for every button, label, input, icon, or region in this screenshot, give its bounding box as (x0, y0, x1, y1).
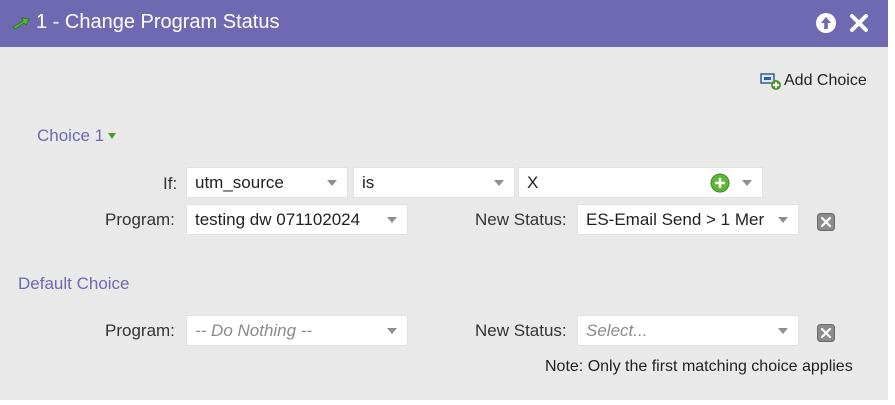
default-program-placeholder: -- Do Nothing -- (195, 320, 313, 340)
default-new-status-select[interactable]: Select... (577, 315, 799, 346)
program-label: Program: (105, 210, 175, 229)
chevron-down-icon (327, 179, 337, 186)
new-status-select[interactable]: ES-Email Send > 1 Mer (577, 204, 799, 235)
new-status-value: ES-Email Send > 1 Mer (586, 209, 765, 229)
add-choice-label: Add Choice (784, 72, 867, 89)
condition-value-text: X (527, 172, 539, 192)
collapse-triangle-icon (108, 133, 117, 139)
default-program-select[interactable]: -- Do Nothing -- (186, 315, 408, 346)
condition-value-input[interactable]: X (518, 167, 763, 198)
choice-1-header[interactable]: Choice 1 (37, 126, 117, 146)
matching-note: Note: Only the first matching choice app… (545, 358, 853, 375)
choice-1-title: Choice 1 (37, 126, 105, 145)
default-program-label: Program: (105, 321, 175, 340)
add-choice-button[interactable]: Add Choice (760, 70, 867, 92)
clear-default-choice-icon[interactable] (817, 324, 835, 342)
chevron-down-icon (387, 327, 397, 334)
chevron-down-icon (742, 179, 752, 186)
green-arrow-icon (12, 17, 30, 30)
program-value: testing dw 071102024 (195, 209, 361, 229)
default-new-status-label: New Status: (475, 321, 567, 340)
delete-choice-icon[interactable] (817, 213, 835, 231)
condition-field-value: utm_source (195, 172, 284, 192)
panel-title: 1 - Change Program Status (36, 11, 280, 33)
flow-step-panel: 1 - Change Program Status Add Choice Cho… (0, 0, 888, 400)
condition-field-select[interactable]: utm_source (186, 167, 348, 198)
condition-operator-select[interactable]: is (353, 167, 515, 198)
default-new-status-placeholder: Select... (586, 320, 648, 340)
close-x-icon[interactable] (848, 12, 870, 34)
chevron-down-icon (778, 327, 788, 334)
chevron-down-icon (494, 179, 504, 186)
chevron-down-icon (778, 216, 788, 223)
panel-header: 1 - Change Program Status (0, 0, 888, 47)
arrow-up-circle-icon[interactable] (815, 12, 837, 34)
add-choice-icon (760, 73, 781, 90)
if-label: If: (163, 174, 178, 193)
new-status-label: New Status: (475, 210, 567, 229)
add-value-plus-icon[interactable] (710, 173, 730, 193)
program-select[interactable]: testing dw 071102024 (186, 204, 408, 235)
default-choice-title: Default Choice (18, 274, 130, 293)
condition-operator-value: is (362, 172, 375, 192)
chevron-down-icon (387, 216, 397, 223)
